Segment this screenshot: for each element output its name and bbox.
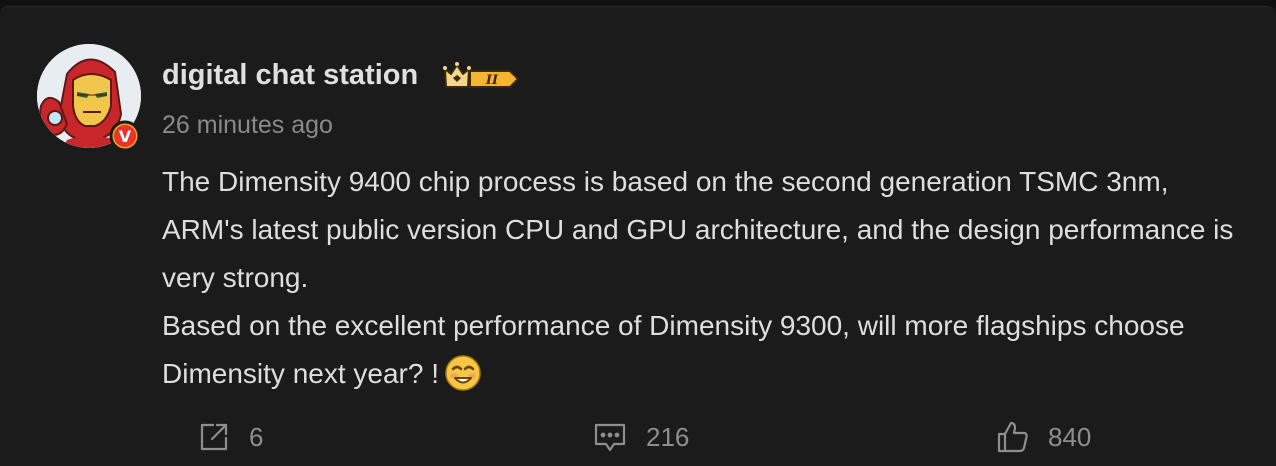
author-name[interactable]: digital chat station [162, 57, 418, 93]
post-paragraph-2: Based on the excellent performance of Di… [162, 302, 1242, 398]
post-body: The Dimensity 9400 chip process is based… [162, 158, 1242, 398]
level-badge[interactable]: II [442, 59, 520, 98]
like-count: 840 [1048, 421, 1092, 452]
share-count: 6 [249, 421, 264, 452]
share-button[interactable]: 6 [197, 417, 263, 457]
verified-badge-icon: V [109, 120, 141, 152]
post-paragraph-1: The Dimensity 9400 chip process is based… [162, 166, 1234, 293]
share-icon [200, 423, 228, 451]
post-card: V digital chat station II 26 minutes ago… [0, 6, 1276, 466]
thumbs-up-icon [997, 421, 1028, 453]
level-badge-label: II [485, 73, 499, 88]
verified-badge-letter: V [119, 127, 132, 146]
post-timestamp: 26 minutes ago [162, 111, 333, 139]
post-paragraph-2-text: Based on the excellent performance of Di… [162, 310, 1185, 389]
comment-count: 216 [646, 421, 690, 452]
like-button[interactable]: 840 [996, 417, 1091, 457]
comment-icon [594, 423, 626, 452]
comment-button[interactable]: 216 [592, 417, 689, 457]
author-avatar[interactable]: V [37, 44, 141, 152]
crown-icon [443, 62, 471, 88]
smiling-emoji-icon [443, 353, 483, 393]
